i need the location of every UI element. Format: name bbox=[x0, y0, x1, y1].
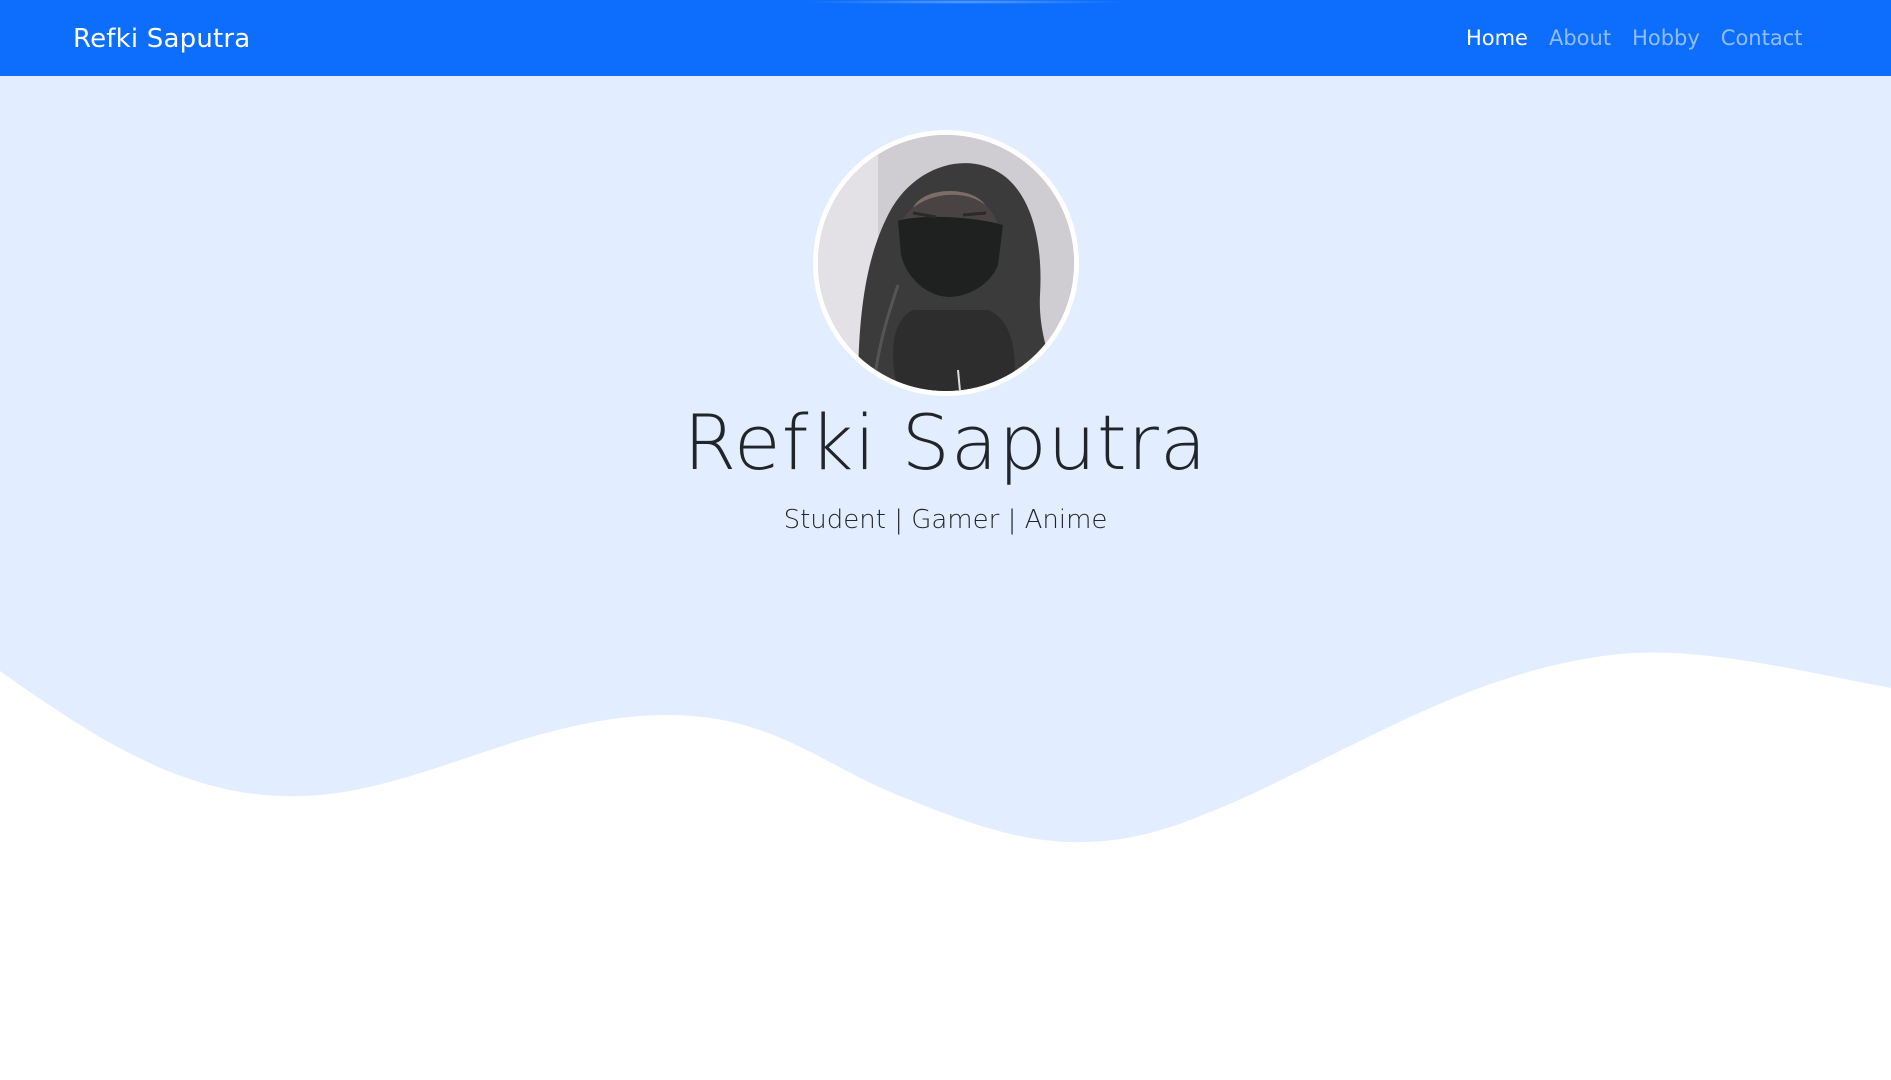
nav-link-contact[interactable]: Contact bbox=[1710, 0, 1813, 77]
hero-section: Refki Saputra Student | Gamer | Anime bbox=[0, 76, 1891, 1080]
navbar: Refki Saputra Home About Hobby Contact bbox=[0, 0, 1891, 76]
navbar-brand[interactable]: Refki Saputra bbox=[73, 0, 250, 76]
nav-link-about[interactable]: About bbox=[1538, 0, 1621, 77]
profile-photo-icon bbox=[818, 135, 1074, 391]
nav-link-home[interactable]: Home bbox=[1455, 0, 1538, 77]
nav-link-hobby[interactable]: Hobby bbox=[1622, 0, 1711, 77]
hero-name: Refki Saputra bbox=[683, 398, 1208, 487]
nav-links: Home About Hobby Contact bbox=[1455, 0, 1813, 76]
page: Refki Saputra Home About Hobby Contact R… bbox=[0, 0, 1891, 1080]
avatar bbox=[813, 130, 1079, 396]
navbar-glow bbox=[800, 0, 1130, 4]
hero-tagline: Student | Gamer | Anime bbox=[783, 505, 1108, 535]
